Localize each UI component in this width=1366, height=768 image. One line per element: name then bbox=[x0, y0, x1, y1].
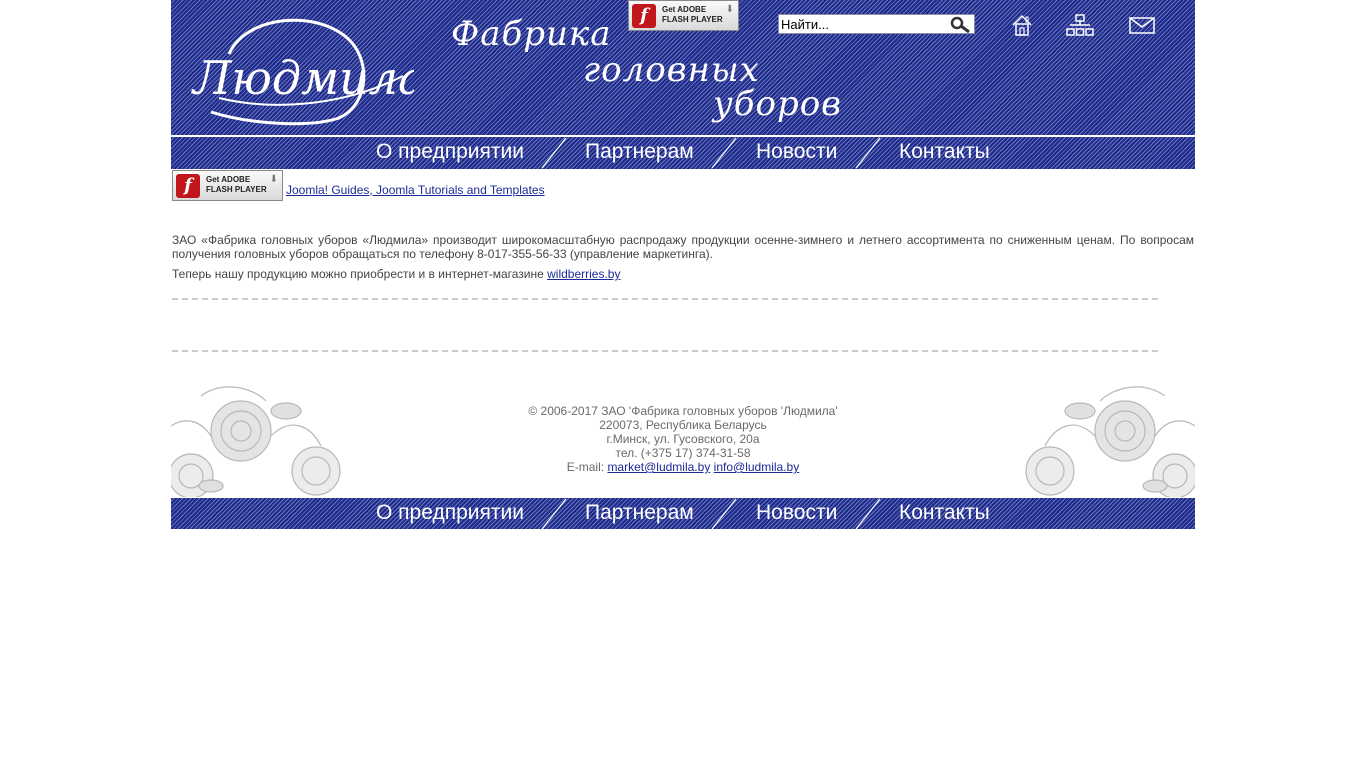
mail-icon[interactable] bbox=[1127, 10, 1157, 40]
ludmila-logo[interactable]: Людмила bbox=[189, 14, 414, 129]
sitemap-icon[interactable] bbox=[1065, 10, 1095, 40]
email-label: E-mail: bbox=[566, 460, 605, 474]
wildberries-link[interactable]: wildberries.by bbox=[547, 267, 620, 281]
address-line-1: 220073, Республика Беларусь bbox=[599, 418, 767, 432]
home-icon[interactable] bbox=[1007, 10, 1037, 40]
flash-badge-line2: FLASH PLAYER bbox=[206, 185, 267, 194]
menu-item-news[interactable]: Новости bbox=[756, 137, 837, 169]
dashed-divider bbox=[172, 350, 1158, 352]
tagline-line-1: Фабрика bbox=[451, 14, 612, 54]
email-link-market[interactable]: market@ludmila.by bbox=[607, 460, 710, 474]
flash-badge-line2: FLASH PLAYER bbox=[662, 15, 723, 24]
address-line-2: г.Минск, ул. Гусовского, 20а bbox=[606, 432, 760, 446]
tagline-line-3: уборов bbox=[713, 84, 842, 124]
menu-item-news[interactable]: Новости bbox=[756, 498, 837, 530]
site-header: Людмила Фабрика головных уборов f Get AD… bbox=[171, 0, 1195, 136]
download-arrow-icon: ⬇ bbox=[725, 4, 734, 15]
get-flash-player-badge[interactable]: f Get ADOBE FLASH PLAYER ⬇ bbox=[172, 170, 283, 201]
copyright-text: © 2006-2017 ЗАО 'Фабрика головных уборов… bbox=[528, 404, 838, 418]
floral-ornament-right bbox=[1025, 386, 1195, 497]
email-link-info[interactable]: info@ludmila.by bbox=[714, 460, 800, 474]
menu-separator bbox=[541, 498, 567, 530]
search-input[interactable] bbox=[781, 16, 941, 32]
floral-ornament-left bbox=[171, 386, 341, 497]
get-flash-player-badge[interactable]: f Get ADOBE FLASH PLAYER ⬇ bbox=[628, 0, 739, 31]
menu-item-partners[interactable]: Партнерам bbox=[585, 498, 694, 530]
logo-text: Людмила bbox=[191, 51, 414, 105]
menu-separator bbox=[541, 137, 567, 169]
joomla-guides-link[interactable]: Joomla! Guides, Joomla Tutorials and Tem… bbox=[286, 183, 545, 197]
main-menu-bottom: О предприятии Партнерам Новости Контакты bbox=[171, 498, 1195, 530]
menu-item-about[interactable]: О предприятии bbox=[376, 498, 524, 530]
download-arrow-icon: ⬇ bbox=[269, 174, 278, 185]
flash-link-row: f Get ADOBE FLASH PLAYER ⬇ Joomla! Guide… bbox=[172, 170, 545, 201]
main-menu-top: О предприятии Партнерам Новости Контакты bbox=[171, 137, 1195, 169]
menu-separator bbox=[711, 498, 737, 530]
menu-separator bbox=[855, 498, 881, 530]
menu-item-about[interactable]: О предприятии bbox=[376, 137, 524, 169]
flash-logo-icon: f bbox=[176, 174, 200, 198]
menu-item-contacts[interactable]: Контакты bbox=[899, 498, 990, 530]
menu-separator bbox=[855, 137, 881, 169]
site-footer: © 2006-2017 ЗАО 'Фабрика головных уборов… bbox=[171, 376, 1195, 497]
tagline: Фабрика головных уборов bbox=[451, 14, 841, 132]
menu-separator bbox=[711, 137, 737, 169]
email-row: E-mail: market@ludmila.by info@ludmila.b… bbox=[371, 460, 995, 474]
search-icon[interactable] bbox=[949, 16, 971, 33]
menu-item-contacts[interactable]: Контакты bbox=[899, 137, 990, 169]
footer-info: © 2006-2017 ЗАО 'Фабрика головных уборов… bbox=[371, 404, 995, 474]
shop-info-text: Теперь нашу продукцию можно приобрести и… bbox=[172, 267, 1194, 281]
menu-item-partners[interactable]: Партнерам bbox=[585, 137, 694, 169]
phone-text: тел. (+375 17) 374-31-58 bbox=[615, 446, 751, 460]
sale-announcement-text: ЗАО «Фабрика головных уборов «Людмила» п… bbox=[172, 233, 1194, 261]
dashed-divider bbox=[172, 298, 1158, 300]
shop-info-label: Теперь нашу продукцию можно приобрести и… bbox=[172, 267, 548, 281]
flash-badge-line1: Get ADOBE bbox=[662, 5, 707, 14]
flash-logo-icon: f bbox=[632, 4, 656, 28]
flash-badge-line1: Get ADOBE bbox=[206, 175, 251, 184]
search-box bbox=[778, 14, 975, 34]
